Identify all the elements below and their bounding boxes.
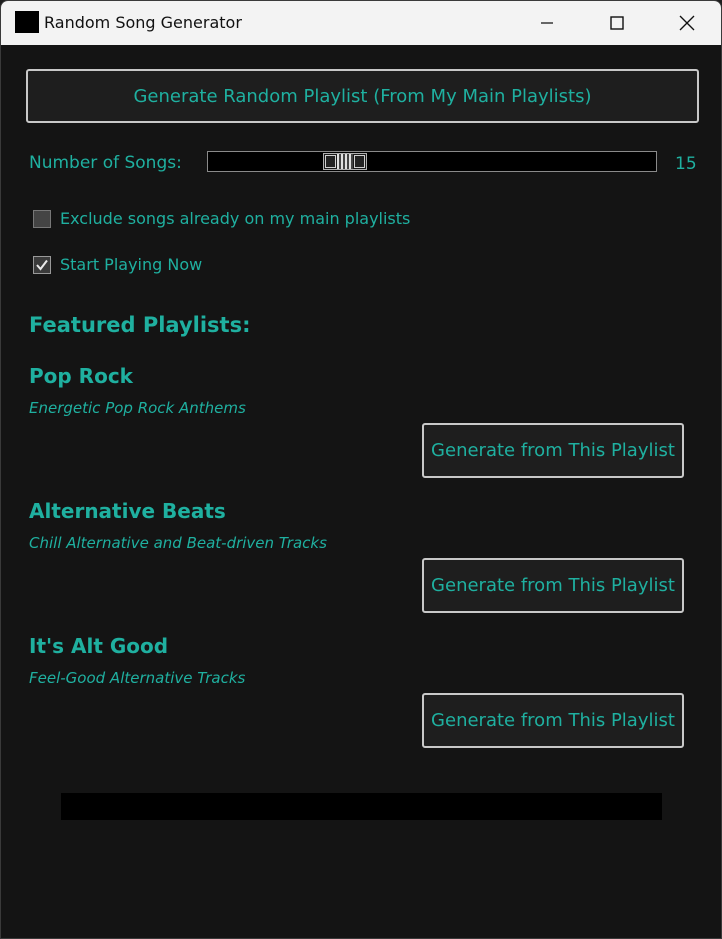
checkmark-icon xyxy=(36,259,48,271)
window-title: Random Song Generator xyxy=(44,13,242,32)
featured-playlists-heading: Featured Playlists: xyxy=(29,313,251,337)
generate-from-pop-rock-button[interactable]: Generate from This Playlist xyxy=(422,423,684,478)
slider-thumb[interactable] xyxy=(323,153,367,170)
slider-thumb-right xyxy=(354,155,365,168)
generate-from-its-alt-good-button[interactable]: Generate from This Playlist xyxy=(422,693,684,748)
playlist-description: Chill Alternative and Beat-driven Tracks xyxy=(29,534,327,552)
start-playing-checkbox[interactable] xyxy=(33,255,51,274)
playlist-name: Pop Rock xyxy=(29,364,133,388)
main-content: Generate Random Playlist (From My Main P… xyxy=(1,45,721,938)
close-icon xyxy=(679,15,695,31)
slider-thumb-grip xyxy=(337,154,353,169)
number-of-songs-value: 15 xyxy=(675,154,697,174)
close-button[interactable] xyxy=(652,1,721,45)
playlist-name: It's Alt Good xyxy=(29,634,169,658)
app-window: Random Song Generator Generate Random Pl… xyxy=(0,0,722,939)
number-of-songs-slider[interactable] xyxy=(207,151,657,172)
playlist-description: Feel-Good Alternative Tracks xyxy=(29,669,246,687)
start-playing-label: Start Playing Now xyxy=(60,255,203,274)
slider-thumb-left xyxy=(325,155,336,168)
exclude-songs-checkbox[interactable] xyxy=(33,209,51,228)
progress-bar xyxy=(61,793,662,820)
generate-random-playlist-button[interactable]: Generate Random Playlist (From My Main P… xyxy=(26,69,699,123)
start-playing-option[interactable]: Start Playing Now xyxy=(33,255,202,274)
minimize-icon xyxy=(541,22,553,24)
title-bar[interactable]: Random Song Generator xyxy=(1,1,721,45)
generate-from-alternative-beats-button[interactable]: Generate from This Playlist xyxy=(422,558,684,613)
app-icon xyxy=(15,11,39,33)
minimize-button[interactable] xyxy=(512,1,582,45)
playlist-description: Energetic Pop Rock Anthems xyxy=(29,399,246,417)
exclude-songs-option[interactable]: Exclude songs already on my main playlis… xyxy=(33,209,410,228)
maximize-button[interactable] xyxy=(582,1,652,45)
playlist-name: Alternative Beats xyxy=(29,499,226,523)
exclude-songs-label: Exclude songs already on my main playlis… xyxy=(60,209,411,228)
maximize-icon xyxy=(610,16,624,30)
number-of-songs-label: Number of Songs: xyxy=(29,153,182,173)
